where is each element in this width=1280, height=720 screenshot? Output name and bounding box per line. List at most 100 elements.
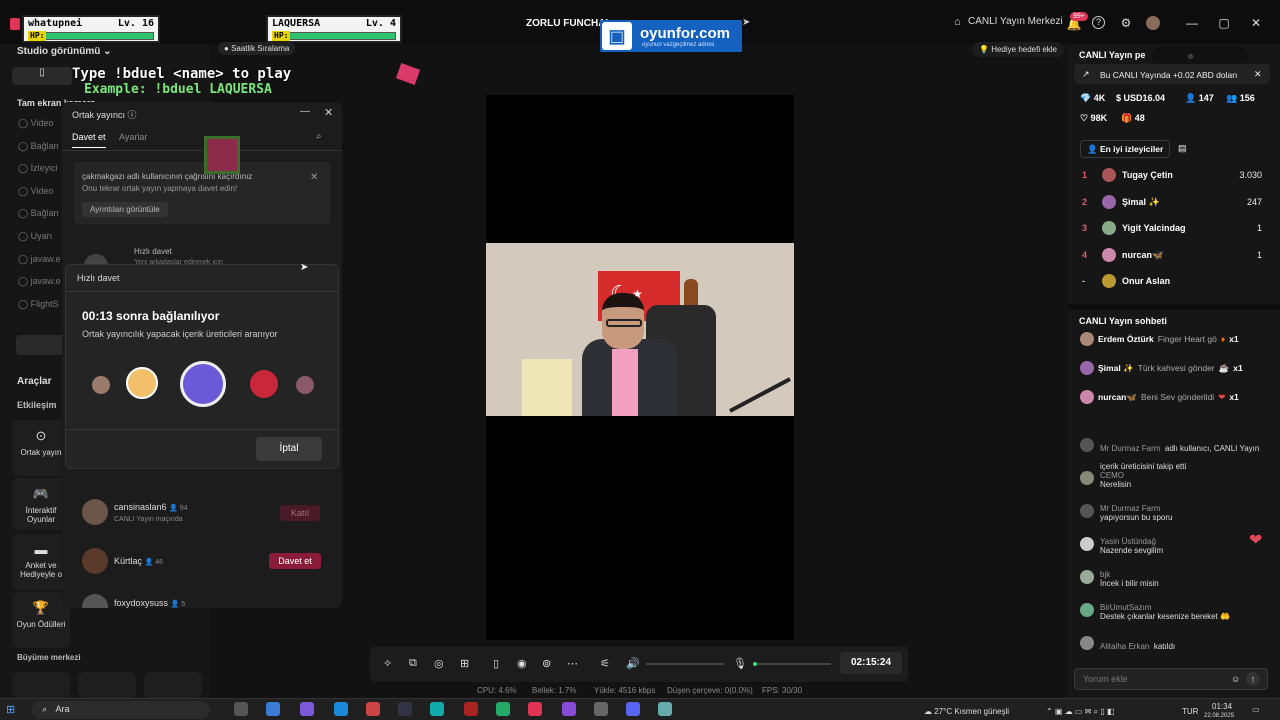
more-icon[interactable]: ⋯: [567, 657, 578, 670]
top-viewer-row[interactable]: 2 Şimal ✨ 247: [1082, 194, 1262, 224]
app-icon[interactable]: [496, 702, 510, 716]
task-view-icon[interactable]: [234, 702, 248, 716]
camera-icon[interactable]: ⊚: [542, 657, 551, 670]
language-indicator[interactable]: TUR: [1182, 707, 1198, 716]
clock-time[interactable]: 01:34: [1212, 702, 1232, 711]
add-source-button[interactable]: [16, 335, 66, 355]
taskbar-search[interactable]: ⌕ Ara: [32, 701, 210, 719]
effects-icon[interactable]: ✧: [383, 657, 392, 670]
source-item[interactable]: ◯ Bağlan: [18, 141, 61, 164]
store-icon[interactable]: [266, 702, 280, 716]
discord-icon[interactable]: [626, 702, 640, 716]
volume-icon[interactable]: 🔊: [626, 657, 640, 670]
chat-message[interactable]: Mr Durmaz Farm adlı kullanıcı, CANLI Yay…: [1080, 438, 1265, 471]
chat-message[interactable]: bjk İncek i bilir misin: [1080, 570, 1265, 603]
app-icon[interactable]: [594, 702, 608, 716]
heart-gift-icon: ❤: [1218, 391, 1226, 402]
source-item[interactable]: ◯ İzleyici: [18, 163, 61, 186]
tab-settings[interactable]: Ayarlar: [119, 132, 147, 142]
phone-layout-icon[interactable]: ▯: [493, 657, 499, 670]
growth-tool-1[interactable]: [12, 672, 70, 698]
top-viewer-row[interactable]: 1 Tugay Çetin 3.030: [1082, 168, 1262, 197]
tab-invite[interactable]: Davet et: [72, 132, 106, 148]
help-icon[interactable]: ?: [1092, 16, 1105, 29]
maximize-icon[interactable]: ▢: [1216, 15, 1232, 31]
app-icon[interactable]: [366, 702, 380, 716]
app-icon[interactable]: [562, 702, 576, 716]
stickers-icon[interactable]: ⧉: [409, 657, 417, 670]
source-item[interactable]: ◯ Bağlan: [18, 208, 61, 231]
layout-selector[interactable]: ▯: [12, 67, 72, 85]
edge-icon[interactable]: [430, 702, 444, 716]
tiktok-live-icon[interactable]: [528, 702, 542, 716]
player2-card: LAQUERSA Lv. 4 HP:: [266, 15, 402, 43]
growth-tool-2[interactable]: [78, 672, 136, 698]
top-viewers-button[interactable]: 👤 En iyi izleyiciler: [1080, 140, 1171, 158]
notifications-icon[interactable]: ▭: [1252, 705, 1260, 714]
list-icon[interactable]: ▤: [1178, 143, 1187, 154]
settings-sliders-icon[interactable]: ⚟: [600, 657, 610, 670]
quick-invite-row-label: Hızlı davet: [134, 247, 172, 256]
details-button[interactable]: Ayrıntıları görüntüle: [82, 202, 168, 217]
send-button[interactable]: ↑: [1246, 672, 1260, 686]
source-item[interactable]: ◯ Video: [18, 118, 61, 141]
growth-tool-3[interactable]: [144, 672, 202, 698]
invite-button[interactable]: Davet et: [269, 553, 321, 569]
top-viewer-row[interactable]: - Onur Aslan: [1082, 274, 1262, 303]
pixel-sprite: [204, 136, 240, 174]
missed-close-icon[interactable]: ✕: [310, 172, 318, 183]
user-avatar[interactable]: [1146, 16, 1160, 30]
cohost-avatar: [82, 548, 108, 574]
top-viewer-row[interactable]: 3 Yigit Yalcindag 1: [1082, 221, 1262, 250]
minimize-icon[interactable]: —: [1184, 15, 1200, 31]
emoji-icon[interactable]: ☺: [1231, 674, 1240, 684]
app-icon[interactable]: [658, 702, 672, 716]
pillow: [522, 359, 572, 416]
app-icon[interactable]: [334, 702, 348, 716]
chat-message[interactable]: Yasin Üstündağ Nazende sevgilim: [1080, 537, 1265, 570]
followers-stat: 👤 147: [1185, 93, 1214, 103]
home-icon[interactable]: ⌂: [954, 16, 961, 28]
gift-goal-button[interactable]: 💡 Hediye hedefi ekle: [972, 42, 1065, 57]
mic-level-slider[interactable]: [753, 662, 831, 666]
source-item[interactable]: ◯ Video: [18, 186, 61, 209]
clock-date[interactable]: 22.08.2025: [1204, 713, 1234, 719]
player1-hp-bar: HP:: [28, 31, 154, 41]
source-item[interactable]: ◯ FlightS: [18, 299, 61, 322]
studio-view-dropdown[interactable]: Studio görünümü ⌄: [17, 46, 112, 57]
candidate-avatar: [296, 376, 314, 394]
app-icon[interactable]: [464, 702, 478, 716]
earnings-close-icon[interactable]: ✕: [1254, 69, 1262, 80]
start-button[interactable]: ⊞: [6, 703, 15, 716]
add-source-icon[interactable]: ⊞: [460, 657, 469, 670]
chat-message[interactable]: CEMO Nerelisin: [1080, 471, 1265, 504]
close-panel-icon[interactable]: ✕: [324, 106, 333, 119]
microphone-icon[interactable]: 🎙: [733, 657, 747, 670]
gear-icon[interactable]: ⚙: [1118, 15, 1134, 31]
cohost-title: Ortak yayıncı ⓘ: [72, 110, 137, 120]
system-tray[interactable]: ⌃ ▣ ☁ ▭ ✉ ⌕ ▯ ◧: [1046, 707, 1115, 717]
search-icon[interactable]: ⌕: [316, 131, 322, 142]
volume-slider[interactable]: [646, 663, 724, 665]
app-icon[interactable]: [398, 702, 412, 716]
weather-widget[interactable]: ☁ 27°C Kısmen güneşli: [924, 707, 1009, 716]
hourly-rank-badge[interactable]: ● Saatlik Sıralama: [218, 42, 296, 55]
top-viewer-row[interactable]: 4 nurcan🦋 1: [1082, 247, 1262, 277]
chat-message[interactable]: Alitalha Erkan katıldı: [1080, 636, 1265, 658]
chat-message[interactable]: Mr Durmaz Farm yapıyorsun bu sporu: [1080, 504, 1265, 537]
record-icon[interactable]: ◉: [517, 657, 527, 670]
chat-message[interactable]: BirUmutSazım Destek çıkanlar kesenize ber…: [1080, 603, 1265, 636]
join-button[interactable]: Katıl: [280, 505, 320, 521]
screenshot-icon[interactable]: ◎: [434, 657, 444, 670]
source-item[interactable]: ◯ javaw.e: [18, 254, 61, 277]
source-item[interactable]: ◯ javaw.e: [18, 276, 61, 299]
close-icon[interactable]: ✕: [1248, 15, 1264, 31]
live-timer: 02:15:24: [840, 652, 902, 674]
cancel-button[interactable]: İptal: [256, 437, 322, 461]
share-arrow-icon[interactable]: ➤: [742, 17, 750, 28]
app-icon[interactable]: [300, 702, 314, 716]
glasses: [606, 319, 642, 327]
minimize-panel-icon[interactable]: —: [300, 106, 310, 117]
source-item[interactable]: ◯ Uyarı: [18, 231, 61, 254]
live-center-link[interactable]: CANLI Yayın Merkezi: [968, 16, 1063, 27]
